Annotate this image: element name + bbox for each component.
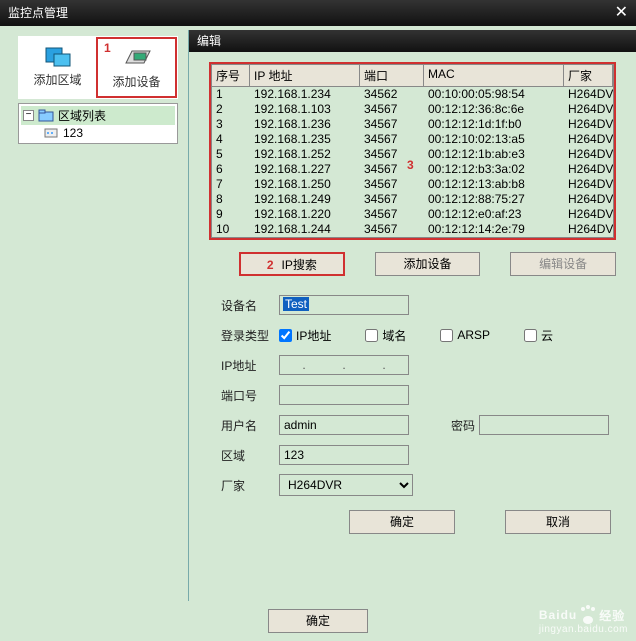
collapse-icon[interactable]: − (23, 110, 34, 121)
annotation-marker-1: 1 (104, 41, 111, 55)
label-port: 端口号 (209, 387, 279, 404)
add-device-button[interactable]: 添加设备 (375, 252, 481, 276)
col-port[interactable]: 端口 (360, 65, 424, 86)
tree-root-row[interactable]: − 区域列表 (21, 106, 175, 125)
table-row[interactable]: 10192.168.1.2443456700:12:12:14:2e:79H26… (212, 222, 613, 237)
table-row[interactable]: 4192.168.1.2353456700:12:10:02:13:a5H264… (212, 132, 613, 147)
username-input[interactable] (279, 415, 409, 435)
port-input[interactable] (279, 385, 409, 405)
zone-input[interactable] (279, 445, 409, 465)
col-no[interactable]: 序号 (212, 65, 250, 86)
annotation-marker-2: 2 (267, 258, 274, 272)
annotation-marker-3: 3 (407, 158, 414, 172)
tab-add-device[interactable]: 1 添加设备 (96, 37, 177, 98)
folder-icon (38, 109, 54, 123)
cancel-button[interactable]: 取消 (505, 510, 611, 534)
tree-child-row[interactable]: 123 (21, 125, 175, 141)
label-device-name: 设备名 (209, 297, 279, 314)
watermark: Baidu经验 jingyan.baidu.com (539, 606, 628, 635)
table-row[interactable]: 8192.168.1.2493456700:12:12:88:75:27H264… (212, 192, 613, 207)
label-password: 密码 (439, 417, 479, 434)
left-tabs: 添加区域 1 添加设备 (18, 36, 178, 99)
label-login-type: 登录类型 (209, 327, 279, 344)
tab-add-zone[interactable]: 添加区域 (19, 37, 96, 98)
tab-label: 添加区域 (19, 71, 96, 88)
close-icon[interactable]: ✕ (615, 0, 628, 26)
table-row[interactable]: 3192.168.1.2363456700:12:12:1d:1f:b0H264… (212, 117, 613, 132)
main-ok-row: 确定 (268, 609, 368, 633)
node-icon (43, 126, 59, 140)
login-domain-checkbox[interactable]: 域名 (365, 327, 406, 344)
tree-root-label: 区域列表 (58, 107, 106, 124)
col-vendor[interactable]: 厂家 (564, 65, 613, 86)
tab-label: 添加设备 (98, 73, 175, 90)
ip-address-input[interactable]: ... (279, 355, 409, 375)
col-ip[interactable]: IP 地址 (250, 65, 360, 86)
paw-icon (579, 606, 597, 624)
left-panel: 添加区域 1 添加设备 − 区域列表 123 (0, 26, 188, 641)
window-titlebar: 监控点管理 ✕ (0, 0, 636, 26)
window-title: 监控点管理 (8, 0, 68, 26)
editor-title: 编辑 (189, 30, 636, 52)
main-ok-button[interactable]: 确定 (268, 609, 368, 633)
tree-child-label: 123 (63, 126, 83, 140)
login-arsp-checkbox[interactable]: ARSP (440, 328, 490, 342)
editor-panel: 编辑 3 序号 IP 地址 端口 MAC 厂家 1192.168.1.23434… (188, 30, 636, 601)
login-ip-checkbox[interactable]: IP地址 (279, 327, 331, 344)
device-icon (122, 47, 152, 69)
table-row[interactable]: 9192.168.1.2203456700:12:12:e0:af:23H264… (212, 207, 613, 222)
grid-button-row: 2IP搜索 添加设备 编辑设备 (239, 252, 616, 276)
table-row[interactable]: 2192.168.1.1033456700:12:12:36:8c:6eH264… (212, 102, 613, 117)
device-grid: 序号 IP 地址 端口 MAC 厂家 1192.168.1.2343456200… (209, 62, 616, 240)
label-username: 用户名 (209, 417, 279, 434)
zone-tree: − 区域列表 123 (18, 103, 178, 144)
label-zone: 区域 (209, 447, 279, 464)
col-mac[interactable]: MAC (424, 65, 564, 86)
grid-header: 序号 IP 地址 端口 MAC 厂家 (211, 64, 614, 86)
password-input[interactable] (479, 415, 609, 435)
label-ip: IP地址 (209, 357, 279, 374)
vendor-select[interactable]: H264DVR (279, 474, 413, 496)
edit-device-button: 编辑设备 (510, 252, 616, 276)
ok-button[interactable]: 确定 (349, 510, 455, 534)
table-row[interactable]: 1192.168.1.2343456200:10:00:05:98:54H264… (212, 87, 613, 102)
table-row[interactable]: 7192.168.1.2503456700:12:12:13:ab:b8H264… (212, 177, 613, 192)
ip-search-button[interactable]: 2IP搜索 (239, 252, 345, 276)
label-vendor: 厂家 (209, 477, 279, 494)
zone-icon (44, 44, 72, 68)
login-cloud-checkbox[interactable]: 云 (524, 327, 553, 344)
device-name-value: Test (283, 297, 309, 311)
